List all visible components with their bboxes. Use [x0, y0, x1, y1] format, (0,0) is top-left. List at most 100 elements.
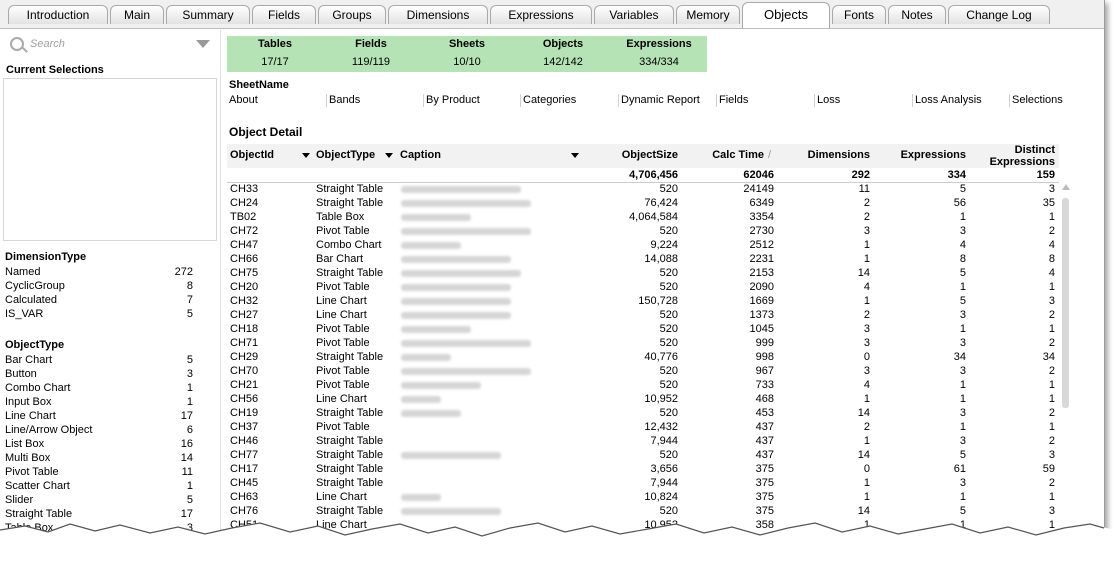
list-item[interactable]: Combo Chart 1 — [5, 381, 193, 395]
tab-fields[interactable]: Fields — [252, 5, 316, 24]
app-window: Introduction Main Summary Fields Groups … — [0, 0, 1105, 561]
sheet-item-bands[interactable]: Bands — [326, 94, 360, 107]
list-item[interactable]: Input Box 1 — [5, 395, 193, 409]
list-item[interactable]: Slider 5 — [5, 493, 193, 507]
sheet-item-about[interactable]: About — [229, 94, 258, 107]
list-item[interactable]: Named 272 — [5, 265, 193, 279]
sheet-item-loss[interactable]: Loss — [814, 94, 840, 107]
cell-objecttype: Line Chart — [316, 393, 367, 405]
caption-redacted — [401, 242, 461, 249]
cell-expressions: 3 — [959, 337, 966, 349]
list-item-name: Named — [5, 266, 41, 278]
sheet-item-fields[interactable]: Fields — [716, 94, 748, 107]
caption-redacted — [401, 284, 511, 291]
sort-indicator-icon: / — [768, 149, 772, 161]
table-row[interactable]: CH72 Pivot Table 520 2730 3 3 2 — [227, 224, 1059, 238]
cell-objectid: CH17 — [230, 463, 259, 475]
table-row[interactable]: CH18 Pivot Table 520 1045 3 1 1 — [227, 322, 1059, 336]
current-selections-box[interactable] — [3, 78, 217, 241]
cell-dimensions: 1 — [863, 393, 870, 405]
table-row[interactable]: CH71 Pivot Table 520 999 3 3 2 — [227, 336, 1059, 350]
list-item[interactable]: Button 3 — [5, 367, 193, 381]
table-row[interactable]: CH32 Line Chart 150,728 1669 1 5 3 — [227, 294, 1059, 308]
table-row[interactable]: CH20 Pivot Table 520 2090 4 1 1 — [227, 280, 1059, 294]
cell-objecttype: Line Chart — [316, 309, 367, 321]
table-row[interactable]: CH56 Line Chart 10,952 468 1 1 1 — [227, 392, 1059, 406]
table-row[interactable]: CH29 Straight Table 40,776 998 0 34 34 — [227, 350, 1059, 364]
list-item[interactable]: List Box 16 — [5, 437, 193, 451]
sort-dropdown-icon[interactable] — [385, 153, 393, 158]
search-box[interactable]: Search — [8, 36, 216, 52]
list-item[interactable]: Multi Box 14 — [5, 451, 193, 465]
cell-calctime: 2730 — [749, 225, 774, 237]
table-row[interactable]: CH27 Line Chart 520 1373 2 3 2 — [227, 308, 1059, 322]
tab-change-log[interactable]: Change Log — [948, 5, 1050, 24]
cell-calctime: 733 — [755, 379, 774, 391]
sort-dropdown-icon[interactable] — [302, 153, 310, 158]
tab-groups[interactable]: Groups — [318, 5, 386, 24]
cell-dimensions: 0 — [863, 463, 870, 475]
tab-objects[interactable]: Objects — [742, 2, 830, 28]
cell-expressions: 5 — [959, 295, 966, 307]
tab-main[interactable]: Main — [110, 5, 164, 24]
table-row[interactable]: CH76 Straight Table 520 375 14 5 3 — [227, 504, 1059, 518]
cell-dimensions: 2 — [863, 421, 870, 433]
tab-summary[interactable]: Summary — [166, 5, 250, 24]
table-row[interactable]: CH21 Pivot Table 520 733 4 1 1 — [227, 378, 1059, 392]
search-dropdown-icon[interactable] — [196, 40, 210, 48]
table-row[interactable]: CH17 Straight Table 3,656 375 0 61 59 — [227, 462, 1059, 476]
scroll-up-icon[interactable] — [1062, 184, 1070, 190]
table-row[interactable]: CH63 Line Chart 10,824 375 1 1 1 — [227, 490, 1059, 504]
sheet-item-categories[interactable]: Categories — [520, 94, 576, 107]
list-item-count: 1 — [186, 396, 193, 408]
cell-dimensions: 4 — [863, 281, 870, 293]
list-item[interactable]: Scatter Chart 1 — [5, 479, 193, 493]
cell-distinct-expressions: 2 — [1048, 337, 1055, 349]
sheet-item-loss-analysis[interactable]: Loss Analysis — [912, 94, 982, 107]
sort-dropdown-icon[interactable] — [571, 153, 579, 158]
list-item[interactable]: Bar Chart 5 — [5, 353, 193, 367]
table-row[interactable]: CH46 Straight Table 7,944 437 1 3 2 — [227, 434, 1059, 448]
list-item[interactable]: Line Chart 17 — [5, 409, 193, 423]
cell-expressions: 5 — [959, 267, 966, 279]
table-row[interactable]: CH37 Pivot Table 12,432 437 2 1 1 — [227, 420, 1059, 434]
table-row[interactable]: CH24 Straight Table 76,424 6349 2 56 35 — [227, 196, 1059, 210]
table-row[interactable]: CH77 Straight Table 520 437 14 5 3 — [227, 448, 1059, 462]
sheet-item-dynamic-report[interactable]: Dynamic Report — [618, 94, 700, 107]
list-item[interactable]: CyclicGroup 8 — [5, 279, 193, 293]
cell-calctime: 1045 — [749, 323, 774, 335]
table-row[interactable]: CH66 Bar Chart 14,088 2231 1 8 8 — [227, 252, 1059, 266]
list-item[interactable]: Calculated 7 — [5, 293, 193, 307]
tab-introduction[interactable]: Introduction — [8, 5, 108, 24]
cell-objectsize: 520 — [659, 407, 678, 419]
stat-value: 17/17 — [261, 56, 289, 68]
cell-distinct-expressions: 8 — [1048, 253, 1055, 265]
list-item[interactable]: IS_VAR 5 — [5, 307, 193, 321]
vertical-scrollbar[interactable] — [1061, 184, 1071, 540]
tab-fonts[interactable]: Fonts — [832, 5, 886, 24]
tab-expressions[interactable]: Expressions — [490, 5, 592, 24]
table-row[interactable]: TB02 Table Box 4,064,584 3354 2 1 1 — [227, 210, 1059, 224]
list-item[interactable]: Straight Table 17 — [5, 507, 193, 521]
tab-notes[interactable]: Notes — [888, 5, 946, 24]
list-item-name: CyclicGroup — [5, 280, 65, 292]
tab-variables[interactable]: Variables — [594, 5, 674, 24]
cell-dimensions: 3 — [863, 365, 870, 377]
table-row[interactable]: CH45 Straight Table 7,944 375 1 3 2 — [227, 476, 1059, 490]
table-row[interactable]: CH47 Combo Chart 9,224 2512 1 4 4 — [227, 238, 1059, 252]
sheet-item-by-product[interactable]: By Product — [423, 94, 480, 107]
tab-dimensions[interactable]: Dimensions — [388, 5, 488, 24]
table-row[interactable]: CH19 Straight Table 520 453 14 3 2 — [227, 406, 1059, 420]
table-row[interactable]: CH75 Straight Table 520 2153 14 5 4 — [227, 266, 1059, 280]
tab-memory[interactable]: Memory — [676, 5, 740, 24]
cell-objecttype: Pivot Table — [316, 337, 370, 349]
sheet-item-selections[interactable]: Selections — [1009, 94, 1063, 107]
list-item-count: 5 — [186, 354, 193, 366]
object-type-title: ObjectType — [5, 339, 65, 351]
col-header-distinct-expressions[interactable]: Distinct Expressions — [971, 144, 1055, 168]
scrollbar-thumb[interactable] — [1062, 198, 1069, 408]
table-row[interactable]: CH70 Pivot Table 520 967 3 3 2 — [227, 364, 1059, 378]
list-item[interactable]: Line/Arrow Object 6 — [5, 423, 193, 437]
list-item[interactable]: Pivot Table 11 — [5, 465, 193, 479]
table-row[interactable]: CH33 Straight Table 520 24149 11 5 3 — [227, 182, 1059, 196]
